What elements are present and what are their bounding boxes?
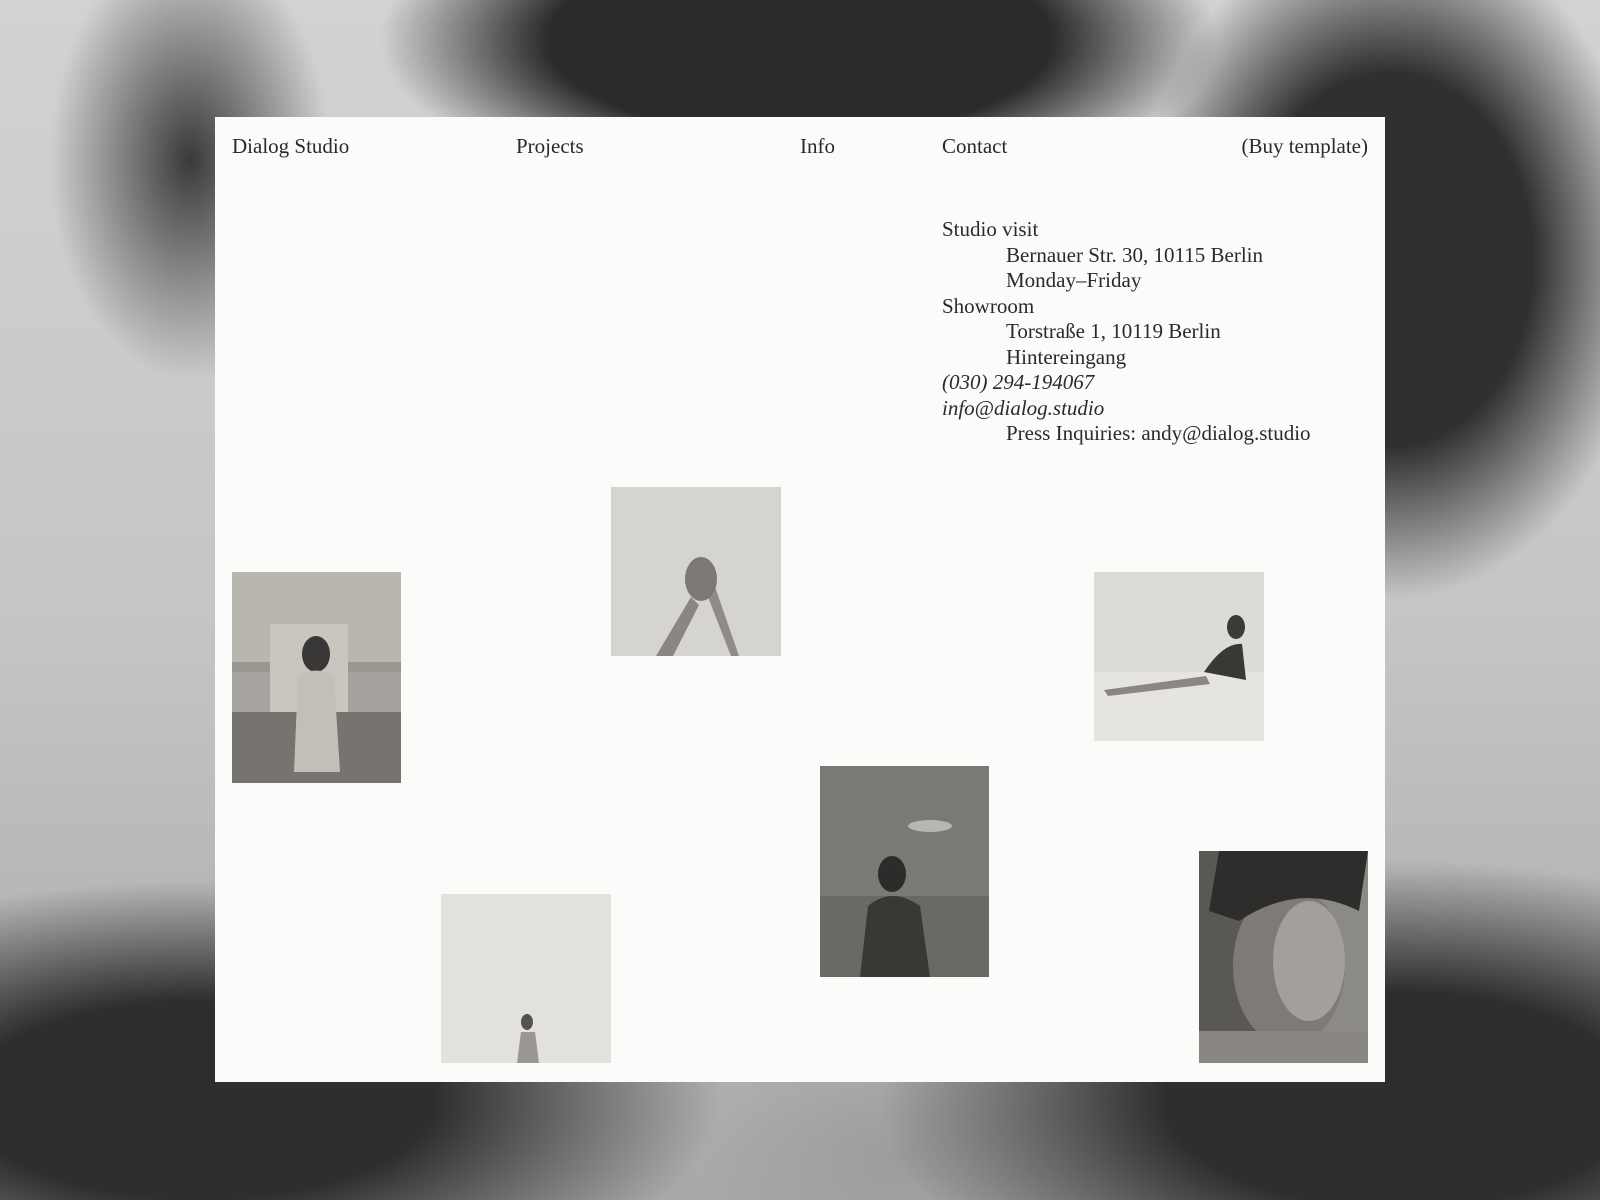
contact-info: Studio visit Bernauer Str. 30, 10115 Ber… xyxy=(942,217,1311,447)
nav-info-link[interactable]: Info xyxy=(800,131,835,161)
website-panel: Dialog Studio Projects Info Contact (Buy… xyxy=(215,117,1385,1082)
nav-contact-link[interactable]: Contact xyxy=(942,131,1007,161)
email-link[interactable]: info@dialog.studio xyxy=(942,396,1104,420)
studio-hours: Monday–Friday xyxy=(1006,268,1142,292)
photo-woman-rooftop[interactable] xyxy=(232,572,401,783)
photo-raised-hands[interactable] xyxy=(611,487,781,656)
photo-woman-desert[interactable] xyxy=(820,766,989,977)
top-navigation: Dialog Studio Projects Info Contact (Buy… xyxy=(215,131,1385,161)
phone-link[interactable]: (030) 294-194067 xyxy=(942,370,1094,394)
studio-visit-label: Studio visit xyxy=(942,217,1039,241)
press-inquiries[interactable]: Press Inquiries: andy@dialog.studio xyxy=(942,421,1311,447)
studio-address: Bernauer Str. 30, 10115 Berlin xyxy=(1006,242,1264,267)
showroom-label: Showroom xyxy=(942,293,1035,318)
brand-link[interactable]: Dialog Studio xyxy=(232,131,349,161)
showroom-address: Torstraße 1, 10119 Berlin xyxy=(1006,319,1221,343)
photo-woman-reclining[interactable] xyxy=(1094,572,1264,741)
photo-man-portrait[interactable] xyxy=(1199,851,1368,1063)
showroom-note: Hintereingang xyxy=(1006,344,1127,369)
nav-projects-link[interactable]: Projects xyxy=(516,131,584,161)
photo-figure-distance[interactable] xyxy=(441,894,611,1063)
buy-template-link[interactable]: (Buy template) xyxy=(1241,131,1368,161)
